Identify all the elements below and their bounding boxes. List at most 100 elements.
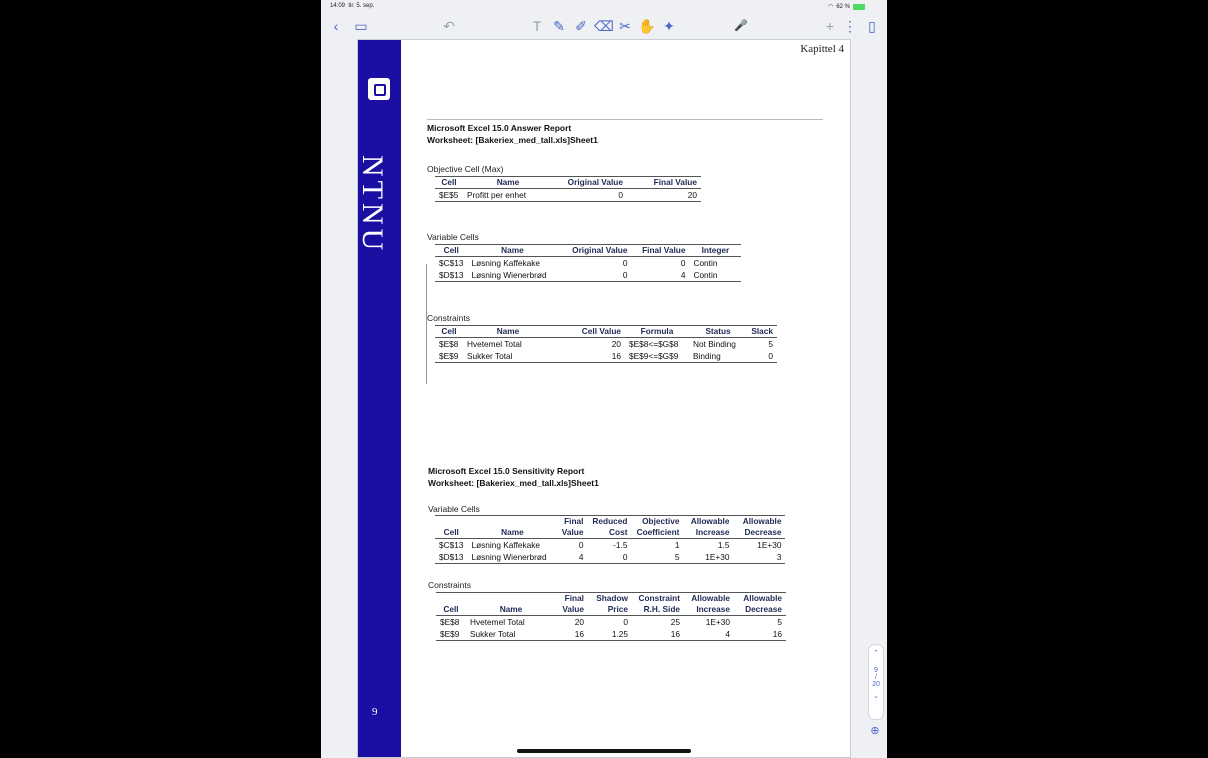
table-cell: 16 (734, 628, 786, 641)
column-header: Final Value (631, 244, 690, 257)
table-cell: 4 (684, 628, 734, 641)
eraser-icon[interactable]: ⌫ (594, 17, 614, 35)
column-header: Price (588, 604, 632, 616)
table-cell: Løsning Wienerbrød (467, 551, 558, 564)
table-cell: 0 (680, 258, 686, 268)
battery-percent: 62 % (836, 3, 850, 10)
column-header: Name (466, 604, 556, 616)
table-cell: Sukker Total (466, 628, 556, 641)
sensitivity-constraints-table: Final Shadow Constraint Allowable Allowa… (436, 592, 786, 641)
column-header: Constraint (632, 592, 684, 604)
table-cell: Binding (689, 350, 747, 363)
table-cell: $C$13 (439, 540, 464, 550)
table-cell: 0 (623, 617, 628, 627)
column-header: Objective (631, 515, 684, 527)
hand-icon[interactable]: ✋ (638, 17, 656, 35)
table-cell: $E$9 (435, 350, 463, 363)
home-indicator[interactable] (517, 749, 691, 753)
column-header (436, 592, 466, 604)
table-cell: $D$13 (435, 551, 468, 564)
column-header (467, 515, 558, 527)
column-header: Allowable (683, 515, 734, 527)
column-header: Cell (435, 527, 468, 539)
table-cell: Hvetemel Total (470, 617, 525, 627)
table-cell: 3 (733, 551, 786, 564)
battery-icon (853, 3, 865, 10)
column-header: Allowable (733, 515, 786, 527)
table-cell: 5 (777, 617, 782, 627)
table-cell: Løsning Kaffekake (471, 258, 541, 268)
table-cell: $D$13 (435, 269, 468, 282)
sidebar-toggle-icon[interactable]: ▯ (863, 17, 881, 35)
pages-icon[interactable]: ▭ (352, 17, 370, 35)
table-cell: -1.5 (613, 540, 628, 550)
table-cell: 5 (631, 551, 684, 564)
column-header: Final (557, 515, 588, 527)
margin-annotation-line (426, 264, 427, 384)
more-icon[interactable]: ⋮ (841, 17, 859, 35)
table-cell: 0 (578, 540, 584, 550)
undo-icon[interactable]: ↶ (440, 17, 458, 35)
total-pages: 20 (872, 681, 880, 688)
column-header: Name (467, 527, 558, 539)
column-header: Name (467, 244, 558, 257)
table-cell: $E$8 (439, 339, 459, 349)
column-header: R.H. Side (632, 604, 684, 616)
table-cell: $E$9<=$G$9 (625, 350, 689, 363)
table-cell: Contin (689, 269, 742, 282)
table-row: $E$9 Sukker Total 16 1.25 16 4 16 (436, 628, 786, 641)
table-cell: Profitt per enhet (463, 188, 553, 202)
column-header: Decrease (733, 527, 786, 539)
table-cell: 1.25 (588, 628, 632, 641)
back-button[interactable]: ‹ (327, 17, 345, 35)
column-header: Increase (683, 527, 734, 539)
column-header: Increase (684, 604, 734, 616)
scroll-up-icon[interactable]: ⌃ (869, 649, 883, 657)
table-row: $E$9 Sukker Total 16 $E$9<=$G$9 Binding … (435, 350, 777, 363)
lasso-icon[interactable]: ✂ (616, 17, 634, 35)
table-row: $D$13 Løsning Wienerbrød 0 4 Contin (435, 269, 742, 282)
zoom-icon[interactable]: ⊕ (868, 724, 882, 738)
column-header: Original Value (557, 244, 632, 257)
pen-icon[interactable]: ✎ (550, 17, 568, 35)
table-cell: 1.5 (717, 540, 730, 550)
table-cell: $C$13 (439, 258, 464, 268)
page-scroller[interactable]: ⌃ 9 / 20 ⌄ (868, 644, 884, 720)
ntnu-sidebar-band: NTNU 9 (358, 40, 401, 757)
table-cell: $E$8 (440, 617, 460, 627)
table-row: $E$8 Hvetemel Total 20 0 25 1E+30 5 (436, 616, 786, 629)
laser-pointer-icon[interactable]: ✦ (660, 17, 678, 35)
table-row: $E$5 Profitt per enhet 0 20 (435, 188, 701, 202)
table-cell: Hvetemel Total (467, 339, 522, 349)
sensitivity-constraints-label: Constraints (428, 580, 471, 590)
table-cell: 1 (674, 540, 680, 550)
highlighter-icon[interactable]: ✐ (572, 17, 590, 35)
answer-constraints-table: Cell Name Cell Value Formula Status Slac… (435, 325, 777, 363)
wifi-icon: ◠ (828, 4, 834, 10)
column-header: Status (689, 325, 747, 338)
table-row: $C$13 Løsning Kaffekake 0 0 Contin (435, 257, 741, 270)
column-header: Integer (689, 244, 742, 257)
add-icon[interactable]: + (821, 17, 839, 35)
microphone-icon[interactable]: 🎤 (732, 17, 750, 35)
column-header: Value (556, 604, 588, 616)
table-row: $E$8 Hvetemel Total 20 $E$8<=$G$8 Not Bi… (435, 338, 777, 351)
table-cell: Løsning Wienerbrød (467, 269, 558, 282)
status-bar: 14:09 tir. 5. sep. ◠ 62 % (321, 0, 887, 13)
table-cell: 20 (574, 617, 584, 627)
column-header: Cell (435, 176, 463, 189)
column-header: Cell (435, 244, 468, 257)
table-cell: 0 (622, 258, 628, 268)
table-cell: $E$8<=$G$8 (629, 339, 679, 349)
table-cell: 1E+30 (683, 551, 734, 564)
column-header: Cost (587, 527, 632, 539)
table-cell: Not Binding (693, 339, 736, 349)
column-header: Cell (436, 604, 466, 616)
table-cell: 16 (553, 350, 625, 363)
text-tool-icon[interactable]: T (528, 17, 546, 35)
document-page: NTNU 9 Kapittel 4 Microsoft Excel 15.0 A… (357, 39, 851, 758)
tablet-screen: 14:09 tir. 5. sep. ◠ 62 % ‹ ▭ ↶ T ✎ ✐ ⌫ … (321, 0, 887, 758)
scroll-down-icon[interactable]: ⌄ (869, 692, 883, 700)
answer-report-header: Microsoft Excel 15.0 Answer Report Works… (427, 122, 598, 146)
table-cell: 16 (556, 628, 588, 641)
